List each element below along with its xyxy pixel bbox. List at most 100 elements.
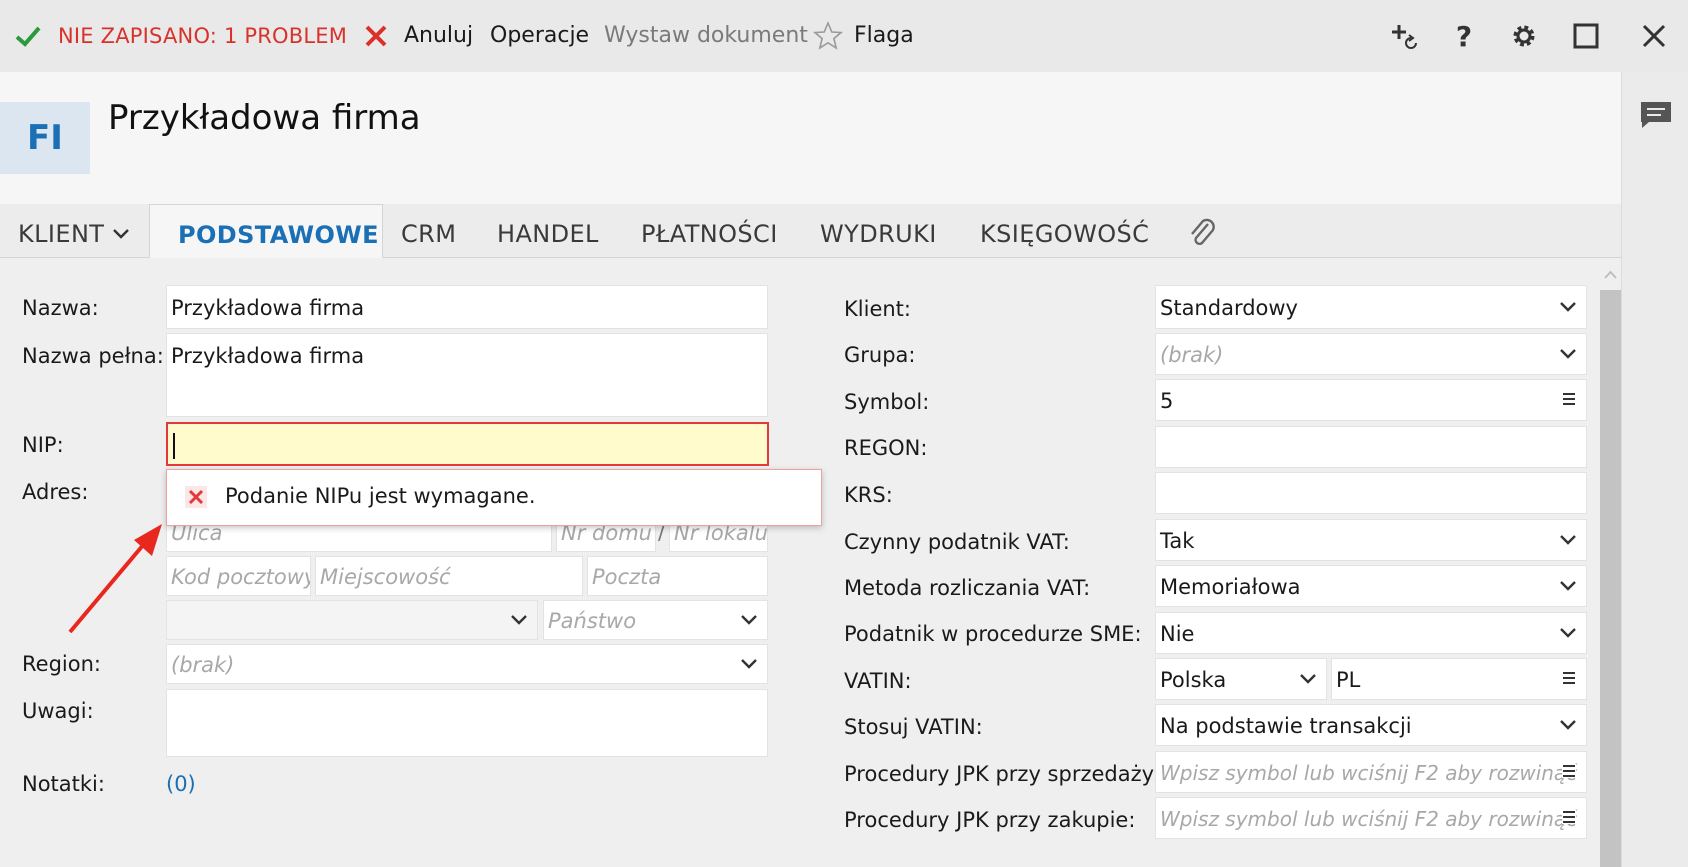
star-icon[interactable] [812, 20, 844, 52]
city-placeholder: Miejscowość [320, 565, 451, 589]
cancel-button[interactable]: Anuluj [404, 0, 473, 72]
fullname-input[interactable]: Przykładowa firma [166, 333, 768, 417]
jpk-buy-placeholder: Wpisz symbol lub wciśnij F2 aby rozwinąć [1160, 807, 1578, 831]
notes-input[interactable] [166, 689, 768, 757]
apply-vatin-select[interactable]: Na podstawie transakcji [1155, 704, 1587, 746]
add-refresh-icon[interactable] [1390, 22, 1418, 50]
chevron-down-icon [1560, 720, 1576, 730]
address-type-select[interactable] [166, 600, 538, 640]
gear-icon[interactable] [1510, 22, 1538, 50]
group-value: (brak) [1160, 343, 1224, 367]
tab-bar: KLIENT PODSTAWOWE CRM HANDEL PŁATNOŚCI W… [0, 204, 1621, 259]
close-window-icon[interactable] [1640, 22, 1668, 50]
name-label: Nazwa: [22, 296, 99, 320]
client-type-value: Standardowy [1160, 296, 1298, 320]
comment-icon[interactable] [1639, 100, 1673, 130]
region-label: Region: [22, 652, 101, 676]
chevron-up-icon [1604, 270, 1617, 279]
group-select[interactable]: (brak) [1155, 333, 1587, 375]
vertical-scrollbar[interactable] [1600, 290, 1621, 867]
krs-input[interactable] [1155, 472, 1587, 514]
sme-label: Podatnik w procedurze SME: [844, 622, 1142, 646]
chevron-down-icon [741, 615, 757, 625]
apply-vatin-label: Stosuj VATIN: [844, 715, 983, 739]
client-type-select[interactable]: Standardowy [1155, 285, 1587, 329]
help-icon[interactable]: ? [1450, 22, 1478, 50]
sme-select[interactable]: Nie [1155, 612, 1587, 654]
chevron-down-icon [1560, 349, 1576, 359]
error-message: Podanie NIPu jest wymagane. [225, 484, 536, 508]
group-label: Grupa: [844, 343, 916, 367]
vatin-country-select[interactable]: Polska [1155, 658, 1327, 700]
text-cursor [173, 433, 175, 459]
flag-button[interactable]: Flaga [854, 0, 914, 72]
page-title: Przykładowa firma [108, 98, 421, 138]
chevron-down-icon [741, 659, 757, 669]
fullname-label: Nazwa pełna: [22, 344, 164, 368]
list-menu-icon[interactable] [1562, 810, 1576, 824]
record-header: FI Przykładowa firma [0, 72, 1621, 204]
post-office-placeholder: Poczta [592, 565, 662, 589]
chevron-down-icon [1560, 581, 1576, 591]
tab-trade[interactable]: HANDEL [497, 204, 599, 258]
vat-active-label: Czynny podatnik VAT: [844, 530, 1070, 554]
tab-crm[interactable]: CRM [401, 204, 456, 258]
post-office-input[interactable]: Poczta [587, 556, 768, 596]
jpk-buy-input[interactable]: Wpisz symbol lub wciśnij F2 aby rozwinąć [1155, 797, 1587, 839]
postcode-placeholder: Kod pocztowy [171, 565, 311, 589]
annotation-arrow-icon [68, 524, 162, 634]
memo-label: Notatki: [22, 772, 105, 796]
tab-basic[interactable]: PODSTAWOWE [149, 204, 383, 259]
address-label: Adres: [22, 480, 89, 504]
vat-method-select[interactable]: Memoriałowa [1155, 565, 1587, 607]
check-icon[interactable] [14, 22, 42, 50]
krs-label: KRS: [844, 483, 893, 507]
toolbar: NIE ZAPISANO: 1 PROBLEM Anuluj Operacje … [0, 0, 1688, 72]
chevron-down-icon [511, 615, 527, 625]
tab-accounting[interactable]: KSIĘGOWOŚĆ [980, 204, 1149, 258]
paperclip-icon[interactable] [1186, 216, 1218, 250]
list-menu-icon[interactable] [1562, 764, 1576, 778]
memo-count-link[interactable]: (0) [166, 772, 196, 796]
list-menu-icon[interactable] [1562, 392, 1576, 406]
side-rail [1621, 72, 1688, 867]
svg-text:?: ? [1456, 22, 1472, 50]
chevron-down-icon [1560, 302, 1576, 312]
country-select[interactable]: Państwo [543, 600, 768, 640]
vatin-code-input[interactable]: PL [1331, 658, 1587, 700]
chevron-down-icon [1560, 628, 1576, 638]
tab-prints[interactable]: WYDRUKI [820, 204, 937, 258]
jpk-sale-input[interactable]: Wpisz symbol lub wciśnij F2 aby rozwinąć [1155, 751, 1587, 793]
client-label: Klient: [844, 297, 911, 321]
tab-client-label: KLIENT [18, 220, 105, 248]
vat-active-value: Tak [1160, 529, 1195, 553]
postcode-input[interactable]: Kod pocztowy [166, 556, 311, 596]
close-icon[interactable] [362, 22, 390, 50]
name-value: Przykładowa firma [171, 296, 365, 320]
maximize-icon[interactable] [1572, 22, 1600, 50]
tab-client[interactable]: KLIENT [18, 204, 129, 258]
symbol-input[interactable]: 5 [1155, 379, 1587, 421]
avatar: FI [0, 102, 90, 174]
save-status[interactable]: NIE ZAPISANO: 1 PROBLEM [58, 0, 347, 72]
vatin-label: VATIN: [844, 669, 912, 693]
region-select[interactable]: (brak) [166, 644, 768, 684]
vat-active-select[interactable]: Tak [1155, 519, 1587, 561]
city-input[interactable]: Miejscowość [315, 556, 583, 596]
regon-input[interactable] [1155, 426, 1587, 468]
vat-method-label: Metoda rozliczania VAT: [844, 576, 1091, 600]
tab-payments[interactable]: PŁATNOŚCI [641, 204, 778, 258]
notes-label: Uwagi: [22, 699, 94, 723]
region-value: (brak) [171, 653, 235, 677]
chevron-down-icon [1300, 674, 1316, 684]
nip-input[interactable] [166, 422, 769, 466]
fullname-value: Przykładowa firma [171, 344, 365, 368]
issue-document-button[interactable]: Wystaw dokument [604, 0, 808, 72]
operations-button[interactable]: Operacje [490, 0, 589, 72]
name-input[interactable]: Przykładowa firma [166, 285, 768, 329]
list-menu-icon[interactable] [1562, 671, 1576, 685]
regon-label: REGON: [844, 436, 928, 460]
scroll-up-button[interactable] [1600, 258, 1621, 290]
country-placeholder: Państwo [548, 609, 637, 633]
jpk-sale-placeholder: Wpisz symbol lub wciśnij F2 aby rozwinąć [1160, 761, 1578, 785]
